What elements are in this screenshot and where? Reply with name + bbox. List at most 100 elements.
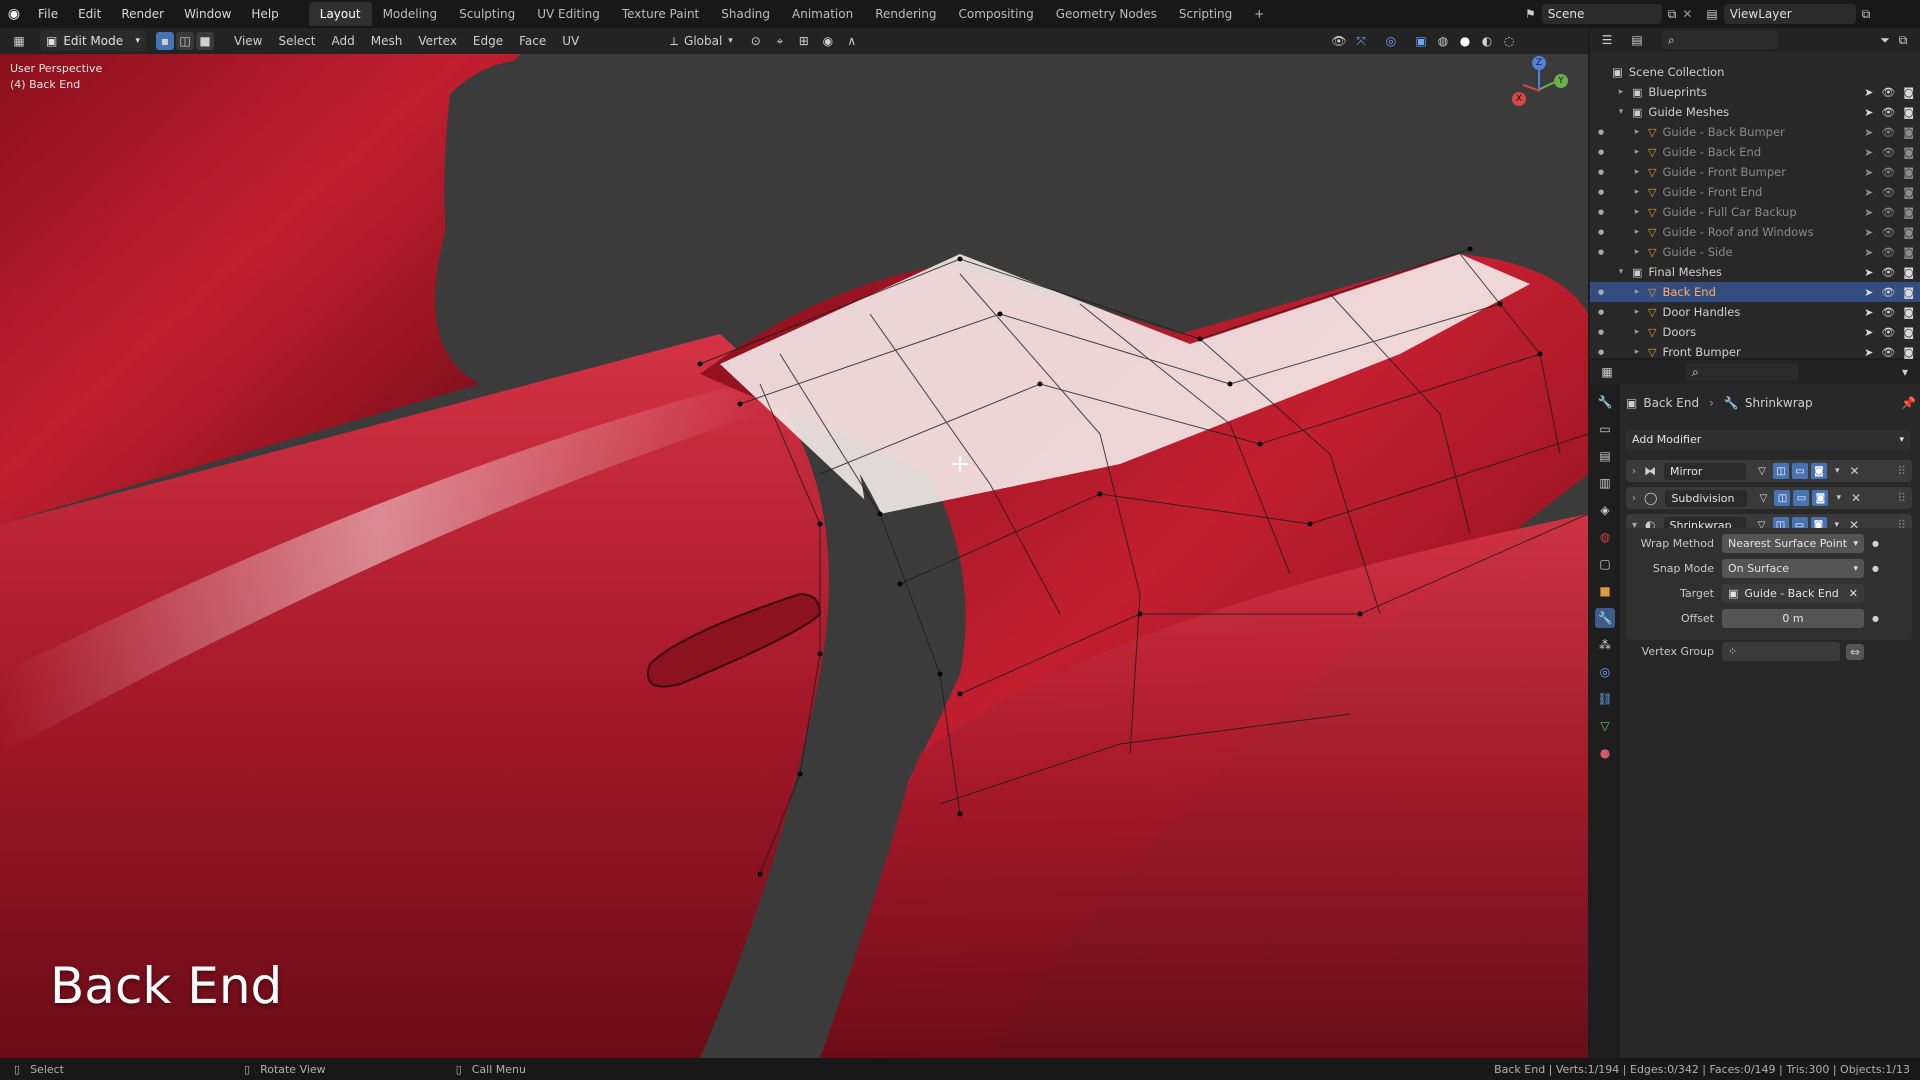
outliner-row[interactable]: ▸ ▣ Blueprints ➤ 👁 ◙ xyxy=(1590,82,1920,102)
drag-handle-icon[interactable]: ⠿ xyxy=(1897,464,1906,478)
world-tab-icon[interactable]: ◍ xyxy=(1595,527,1615,547)
display-mode-icon[interactable]: ▤ xyxy=(1628,31,1646,49)
target-field[interactable]: ▣ Guide - Back End ✕ xyxy=(1722,584,1864,603)
outliner-row[interactable]: ● ▸ ▽ Guide - Front End ➤ 👁 ◙ xyxy=(1590,182,1920,202)
menu-face[interactable]: Face xyxy=(511,34,554,48)
modifier-name-field[interactable]: Mirror xyxy=(1664,462,1746,480)
outliner-row[interactable]: ▾ ▣ Final Meshes ➤ 👁 ◙ xyxy=(1590,262,1920,282)
outliner-row[interactable]: ● ▸ ▽ Door Handles ➤ 👁 ◙ xyxy=(1590,302,1920,322)
on-cage-icon[interactable]: ◫ xyxy=(1774,490,1791,506)
snap-mode-select[interactable]: On Surface ▾ xyxy=(1722,559,1864,578)
overlay-icon[interactable]: ◎ xyxy=(1382,32,1400,50)
scene-selector[interactable]: Scene xyxy=(1541,4,1662,24)
new-view-layer-icon[interactable]: ⧉ xyxy=(1862,7,1871,22)
edge-select-icon[interactable]: ◫ xyxy=(176,32,194,50)
outliner-row[interactable]: ● ▸ ▽ Guide - Back Bumper ➤ 👁 ◙ xyxy=(1590,122,1920,142)
edit-toggle-dot-icon[interactable]: ● xyxy=(1598,348,1604,356)
edit-toggle-dot-icon[interactable]: ● xyxy=(1598,288,1604,296)
tab-texture-paint[interactable]: Texture Paint xyxy=(611,2,710,26)
keyframe-dot-icon[interactable]: ● xyxy=(1872,539,1879,548)
gizmo-y-axis[interactable]: Y xyxy=(1554,74,1568,88)
proportional-edit-icon[interactable]: ◉ xyxy=(819,32,837,50)
outliner-row[interactable]: ● ▸ ▽ Guide - Side ➤ 👁 ◙ xyxy=(1590,242,1920,262)
view-layer-selector[interactable]: ViewLayer xyxy=(1723,4,1856,24)
edit-toggle-dot-icon[interactable]: ● xyxy=(1598,328,1604,336)
camera-icon[interactable]: ◙ xyxy=(1903,126,1914,139)
gizmo-icon[interactable]: ⤧ xyxy=(1352,32,1370,50)
render-display-icon[interactable]: ◙ xyxy=(1812,490,1829,506)
new-collection-icon[interactable]: ⧉ xyxy=(1894,31,1912,49)
keyframe-dot-icon[interactable]: ● xyxy=(1872,614,1879,623)
edit-toggle-dot-icon[interactable]: ● xyxy=(1598,248,1604,256)
expand-down-icon[interactable]: ▾ xyxy=(1616,267,1626,277)
clear-target-icon[interactable]: ✕ xyxy=(1849,587,1858,600)
render-display-icon[interactable]: ◙ xyxy=(1811,463,1827,479)
offset-field[interactable]: 0 m xyxy=(1722,609,1864,628)
viewport-display-icon[interactable]: ▭ xyxy=(1793,490,1810,506)
camera-icon[interactable]: ◙ xyxy=(1903,286,1914,299)
eye-icon[interactable]: 👁 xyxy=(1881,86,1895,99)
tab-layout[interactable]: Layout xyxy=(308,2,372,26)
selectable-arrow-icon[interactable]: ➤ xyxy=(1864,306,1873,319)
outliner-row[interactable]: ● ▸ ▽ Front Bumper ➤ 👁 ◙ xyxy=(1590,342,1920,362)
chevron-down-icon[interactable]: ▾ xyxy=(1836,493,1841,503)
3d-viewport[interactable]: User Perspective (4) Back End Z Y X Back… xyxy=(0,54,1588,1058)
pin-icon[interactable]: 📌 xyxy=(1901,396,1916,410)
eye-icon[interactable]: 👁 xyxy=(1881,226,1895,239)
edit-toggle-dot-icon[interactable]: ● xyxy=(1598,228,1604,236)
blender-logo-icon[interactable]: ◉ xyxy=(0,6,28,22)
eye-icon[interactable]: 👁 xyxy=(1881,286,1895,299)
visibility-icon[interactable]: 👁 xyxy=(1330,32,1348,50)
output-tab-icon[interactable]: ▤ xyxy=(1595,446,1615,466)
edit-toggle-dot-icon[interactable]: ● xyxy=(1598,148,1604,156)
properties-search-input[interactable]: ⌕ xyxy=(1686,363,1798,381)
gizmo-x-axis[interactable]: X xyxy=(1512,92,1526,106)
outliner-row[interactable]: ● ▸ ▽ Back End ➤ 👁 ◙ xyxy=(1590,282,1920,302)
object-tab-icon[interactable]: ■ xyxy=(1595,581,1615,601)
eye-icon[interactable]: 👁 xyxy=(1881,206,1895,219)
outliner-row[interactable]: ▾ ▣ Guide Meshes ➤ 👁 ◙ xyxy=(1590,102,1920,122)
edit-toggle-dot-icon[interactable]: ● xyxy=(1598,188,1604,196)
wireframe-shading-icon[interactable]: ◍ xyxy=(1434,32,1452,50)
expand-right-icon[interactable]: ▸ xyxy=(1632,147,1642,157)
eye-icon[interactable]: 👁 xyxy=(1881,106,1895,119)
outliner-row[interactable]: ● ▸ ▽ Guide - Roof and Windows ➤ 👁 ◙ xyxy=(1590,222,1920,242)
add-workspace-button[interactable]: + xyxy=(1243,2,1275,26)
expand-right-icon[interactable]: ▸ xyxy=(1632,247,1642,257)
menu-edge[interactable]: Edge xyxy=(465,34,511,48)
edit-cage-icon[interactable]: ▽ xyxy=(1755,490,1771,506)
camera-icon[interactable]: ◙ xyxy=(1903,306,1914,319)
modifier-panel[interactable]: › ⧓ Mirror ▽ ◫ ▭ ◙ ▾ ✕ ⠿ xyxy=(1626,460,1912,482)
delete-scene-icon[interactable]: ✕ xyxy=(1682,7,1692,21)
vertex-group-field[interactable]: ⁘ xyxy=(1722,642,1840,661)
camera-icon[interactable]: ◙ xyxy=(1903,206,1914,219)
editor-type-icon[interactable]: ▦ xyxy=(10,32,28,50)
selectable-arrow-icon[interactable]: ➤ xyxy=(1864,126,1873,139)
tab-animation[interactable]: Animation xyxy=(781,2,864,26)
tab-geometry-nodes[interactable]: Geometry Nodes xyxy=(1045,2,1168,26)
edit-toggle-dot-icon[interactable]: ● xyxy=(1598,168,1604,176)
wrap-method-select[interactable]: Nearest Surface Point ▾ xyxy=(1722,534,1864,553)
physics-tab-icon[interactable]: ◎ xyxy=(1595,662,1615,682)
navigation-gizmo[interactable]: Z Y X xyxy=(1510,56,1570,122)
tab-rendering[interactable]: Rendering xyxy=(864,2,947,26)
tab-scripting[interactable]: Scripting xyxy=(1168,2,1243,26)
expand-right-icon[interactable]: ▸ xyxy=(1632,187,1642,197)
eye-icon[interactable]: 👁 xyxy=(1881,246,1895,259)
camera-icon[interactable]: ◙ xyxy=(1903,186,1914,199)
menu-file[interactable]: File xyxy=(28,7,68,21)
outliner-row[interactable]: ● ▸ ▽ Guide - Full Car Backup ➤ 👁 ◙ xyxy=(1590,202,1920,222)
menu-help[interactable]: Help xyxy=(241,7,288,21)
tab-shading[interactable]: Shading xyxy=(710,2,781,26)
camera-icon[interactable]: ◙ xyxy=(1903,246,1914,259)
constraints-tab-icon[interactable]: ⛓ xyxy=(1595,689,1615,709)
render-tab-icon[interactable]: ▭ xyxy=(1595,419,1615,439)
expand-right-icon[interactable]: ▸ xyxy=(1632,287,1642,297)
menu-uv[interactable]: UV xyxy=(554,34,587,48)
menu-view[interactable]: View xyxy=(226,34,270,48)
menu-render[interactable]: Render xyxy=(111,7,174,21)
expand-right-icon[interactable]: ▸ xyxy=(1632,207,1642,217)
edit-cage-icon[interactable]: ▽ xyxy=(1754,463,1770,479)
selectable-arrow-icon[interactable]: ➤ xyxy=(1864,146,1873,159)
camera-icon[interactable]: ◙ xyxy=(1903,226,1914,239)
